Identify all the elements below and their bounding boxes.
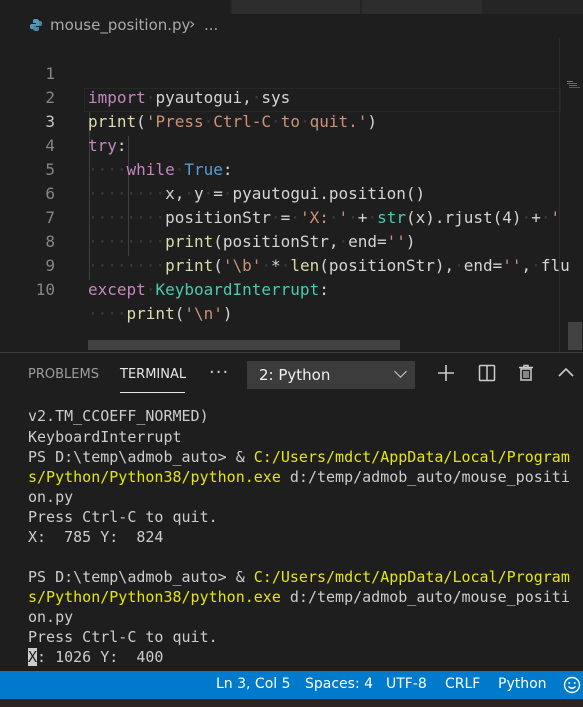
code-line: 4 ····while·True: (0, 110, 583, 179)
code-editor[interactable]: 1 import·pyautogui,·sys 2 print('Press·C… (0, 38, 583, 352)
line-number: 10 (35, 280, 55, 299)
terminal-arg: d:/temp/admob_auto/mouse_positi (280, 468, 570, 486)
terminal-prompt: PS D:\temp\admob_auto> & (28, 568, 254, 586)
terminal-line: PS D:\temp\admob_auto> & C:/Users/mdct/A… (28, 447, 570, 467)
terminal-path: s/Python/Python38/python.exe (28, 588, 281, 606)
code-line: 1 import·pyautogui,·sys (0, 38, 583, 107)
panel-header: PROBLEMS TERMINAL ··· 2: Python (0, 352, 583, 401)
terminal-line: X: 785 Y: 824 (28, 528, 164, 546)
tab-terminal[interactable]: TERMINAL (120, 367, 186, 382)
terminal-output[interactable]: v2.TM_CCOEFF_NORMED) KeyboardInterrupt P… (0, 400, 583, 671)
tab-problems[interactable]: PROBLEMS (28, 367, 99, 382)
terminal-line: s/Python/Python38/python.exe d:/temp/adm… (28, 467, 570, 487)
editor-tab-strip (0, 0, 583, 14)
desktop-background-strip (0, 699, 583, 707)
breadcrumb-more[interactable]: ... (204, 16, 218, 34)
status-indentation[interactable]: Spaces: 4 (305, 676, 373, 692)
breadcrumb: mouse_position.py › ... (0, 14, 583, 38)
terminal-arg: d:/temp/admob_auto/mouse_positi (280, 588, 570, 606)
code-line: 7 ········print(positionStr,·end='') (0, 182, 583, 251)
terminal-line: Press Ctrl-C to quit. (28, 628, 218, 646)
add-icon[interactable] (436, 363, 456, 383)
terminal-path: s/Python/Python38/python.exe (28, 468, 281, 486)
code-line: 9 except·KeyboardInterrupt: (0, 230, 583, 299)
editor-horizontal-scrollbar[interactable] (88, 340, 400, 350)
terminal-line: X: 1026 Y: 400 (28, 647, 163, 667)
editor-tab[interactable] (0, 0, 231, 14)
breadcrumb-file[interactable]: mouse_position.py (50, 16, 190, 34)
editor-vertical-scrollbar-thumb[interactable] (568, 322, 582, 350)
status-cursor-position[interactable]: Ln 3, Col 5 (216, 676, 291, 692)
terminal-path: C:/Users/mdct/AppData/Local/Program (253, 448, 570, 466)
code-line: 3 try: (0, 86, 583, 155)
breadcrumb-separator: › (189, 14, 196, 33)
code-line: 6 ········positionStr·=·'X:·'·+·str(x).r… (0, 158, 583, 227)
terminal-line: PS D:\temp\admob_auto> & C:/Users/mdct/A… (28, 567, 570, 587)
status-encoding[interactable]: UTF-8 (386, 676, 427, 692)
terminal-text: : 1026 Y: 400 (37, 648, 164, 666)
code-text: ····print('\n') (88, 304, 233, 323)
status-language[interactable]: Python (498, 676, 547, 692)
code-line: 10 ····print('\n') (0, 254, 583, 323)
code-line: 5 ········x,·y·=·pyautogui.position() (0, 134, 583, 203)
terminal-path: C:/Users/mdct/AppData/Local/Program (253, 568, 570, 586)
terminal-line: v2.TM_CCOEFF_NORMED) (28, 407, 209, 425)
terminal-line: KeyboardInterrupt (28, 428, 182, 446)
chevron-up-icon[interactable] (556, 363, 576, 383)
terminal-line: on.py (28, 608, 74, 626)
editor-tab[interactable] (232, 0, 361, 14)
terminal-cursor: X (28, 648, 38, 666)
trash-icon[interactable] (516, 363, 536, 383)
active-tab-indicator (120, 392, 185, 393)
editor-tab[interactable] (362, 0, 483, 14)
smiley-icon[interactable] (563, 676, 581, 694)
terminal-line: on.py (28, 488, 74, 506)
code-text: except·KeyboardInterrupt: (88, 280, 329, 299)
terminal-prompt: PS D:\temp\admob_auto> & (28, 448, 254, 466)
status-bar: Ln 3, Col 5 Spaces: 4 UTF-8 CRLF Python (0, 671, 583, 699)
more-actions-icon[interactable]: ··· (209, 362, 229, 383)
terminal-select-value: 2: Python (259, 366, 331, 384)
code-line: 2 print('Press·Ctrl-C·to·quit.') (0, 62, 583, 131)
terminal-line: Press Ctrl-C to quit. (28, 508, 218, 526)
status-eol[interactable]: CRLF (445, 676, 480, 692)
editor-vertical-scrollbar-track[interactable] (559, 38, 583, 352)
terminal-line: s/Python/Python38/python.exe d:/temp/adm… (28, 587, 570, 607)
terminal-select[interactable]: 2: Python (247, 361, 415, 389)
split-icon[interactable] (477, 363, 497, 383)
code-line: 8 ········print('\b'·*·len(positionStr),… (0, 206, 583, 275)
chevron-down-icon (394, 365, 407, 378)
python-file-icon (30, 19, 42, 31)
